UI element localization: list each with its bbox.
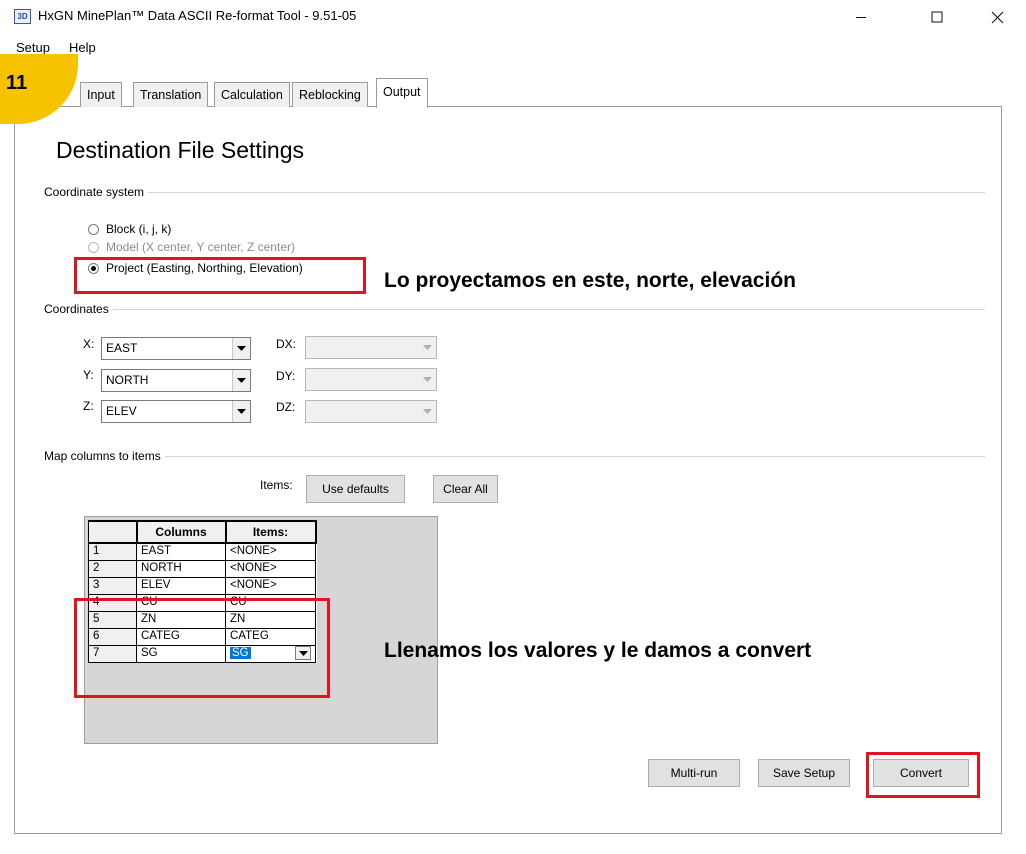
coordinates-divider <box>44 309 985 310</box>
y-combo[interactable]: NORTH <box>101 369 251 392</box>
y-combo-value: NORTH <box>106 373 149 387</box>
menu-setup[interactable]: Setup <box>16 40 50 55</box>
grid-corner <box>88 520 138 544</box>
tab-calculation[interactable]: Calculation <box>214 82 290 107</box>
table-row[interactable]: 2 NORTH <NONE> <box>88 559 316 578</box>
chevron-down-icon <box>418 401 436 422</box>
chevron-down-icon[interactable] <box>232 370 250 391</box>
maximize-button[interactable] <box>914 2 960 32</box>
use-defaults-button[interactable]: Use defaults <box>306 475 405 503</box>
chevron-down-icon <box>418 337 436 358</box>
tab-output[interactable]: Output <box>376 78 428 108</box>
chevron-down-icon <box>418 369 436 390</box>
tab-input[interactable]: Input <box>80 82 122 107</box>
table-row[interactable]: 3 ELEV <NONE> <box>88 576 316 595</box>
menu-help[interactable]: Help <box>69 40 96 55</box>
annotation-project: Lo proyectamos en este, norte, elevación <box>384 269 796 292</box>
save-setup-button[interactable]: Save Setup <box>758 759 850 787</box>
items-label: Items: <box>260 478 293 492</box>
window-title: HxGN MinePlan™ Data ASCII Re-format Tool… <box>38 8 357 23</box>
z-label: Z: <box>83 399 94 413</box>
coordinate-system-label: Coordinate system <box>44 185 149 199</box>
app-icon: 3D <box>14 9 31 24</box>
chevron-down-icon[interactable] <box>232 401 250 422</box>
minimize-icon <box>856 17 866 18</box>
column-cell: EAST <box>136 542 226 561</box>
radio-block[interactable]: Block (i, j, k) <box>88 221 171 237</box>
radio-model: Model (X center, Y center, Z center) <box>88 239 295 255</box>
grid-header-row: Columns Items: <box>88 520 317 544</box>
column-cell: ELEV <box>136 576 226 595</box>
header-items: Items: <box>225 520 317 544</box>
dz-label: DZ: <box>276 400 296 414</box>
x-label: X: <box>83 337 95 351</box>
minimize-button[interactable] <box>838 2 884 32</box>
item-cell[interactable]: <NONE> <box>225 576 316 595</box>
menu-bar <box>0 34 1026 60</box>
tab-translation[interactable]: Translation <box>133 82 209 107</box>
column-cell: NORTH <box>136 559 226 578</box>
maximize-icon <box>931 11 943 23</box>
close-icon <box>991 11 1003 23</box>
dx-label: DX: <box>276 337 297 351</box>
coordinate-system-divider <box>44 192 985 193</box>
radio-model-button <box>88 241 99 253</box>
x-combo[interactable]: EAST <box>101 337 251 360</box>
item-cell[interactable]: <NONE> <box>225 542 316 561</box>
item-cell[interactable]: <NONE> <box>225 559 316 578</box>
row-number: 2 <box>88 559 137 578</box>
highlight-convert-box <box>866 752 980 798</box>
coordinates-label: Coordinates <box>44 302 113 316</box>
highlight-grid-box <box>74 598 330 698</box>
chevron-down-icon[interactable] <box>232 338 250 359</box>
multi-run-button[interactable]: Multi-run <box>648 759 740 787</box>
highlight-project-box <box>74 257 366 294</box>
header-columns: Columns <box>136 520 227 544</box>
close-button[interactable] <box>974 2 1020 32</box>
page-title: Destination File Settings <box>56 137 305 163</box>
dx-combo <box>305 336 437 359</box>
row-number: 1 <box>88 542 137 561</box>
step-badge-number: 11 <box>6 72 28 94</box>
table-row[interactable]: 1 EAST <NONE> <box>88 542 316 561</box>
map-columns-divider <box>44 456 985 457</box>
annotation-fill: Llenamos los valores y le damos a conver… <box>384 639 812 662</box>
z-combo-value: ELEV <box>106 404 137 418</box>
radio-block-button[interactable] <box>88 223 99 235</box>
dy-combo <box>305 368 437 391</box>
radio-block-label: Block (i, j, k) <box>106 222 172 236</box>
map-columns-label: Map columns to items <box>44 449 165 463</box>
x-combo-value: EAST <box>106 341 138 355</box>
dz-combo <box>305 400 437 423</box>
z-combo[interactable]: ELEV <box>101 400 251 423</box>
dy-label: DY: <box>276 369 296 383</box>
tab-reblocking[interactable]: Reblocking <box>292 82 368 107</box>
clear-all-button[interactable]: Clear All <box>433 475 498 503</box>
row-number: 3 <box>88 576 137 595</box>
radio-model-label: Model (X center, Y center, Z center) <box>106 240 295 254</box>
y-label: Y: <box>83 368 94 382</box>
